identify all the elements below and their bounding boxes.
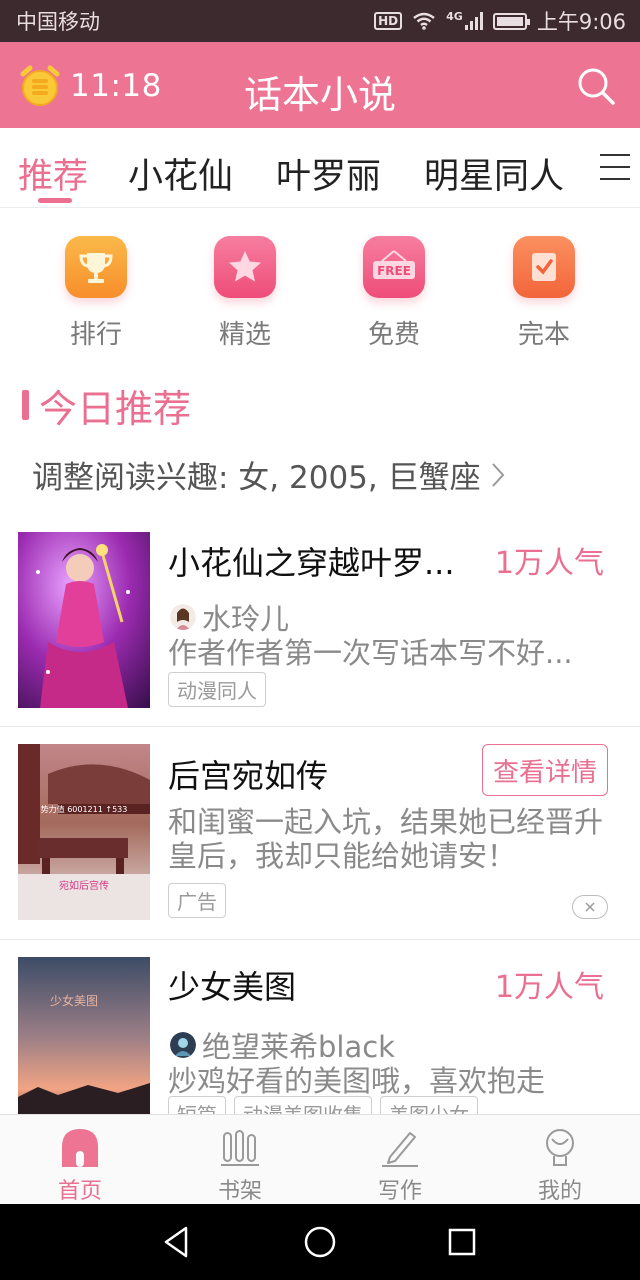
author-row[interactable]: 绝望莱希black bbox=[170, 1024, 395, 1066]
profile-icon bbox=[546, 1129, 574, 1166]
bottom-nav: 首页 书架 写作 我的 bbox=[0, 1114, 640, 1204]
ad-cover-stats: 势力值 6001211 ↑533 bbox=[41, 804, 128, 814]
nav-label: 首页 bbox=[57, 1179, 102, 1204]
network-type: 4G bbox=[446, 9, 463, 23]
section-title: 今日推荐 bbox=[39, 386, 192, 431]
quick-links: 排行 精选 FREE 免费 完本 bbox=[0, 236, 640, 356]
popularity-count: 1万人气 bbox=[494, 970, 604, 1005]
alarm-clock-icon bbox=[20, 65, 60, 106]
author-name: 绝望莱希black bbox=[202, 1030, 395, 1064]
tag-list: 广告 bbox=[168, 883, 226, 918]
quick-link-free[interactable]: FREE 免费 bbox=[324, 236, 464, 351]
clock-time: 11:18 bbox=[70, 68, 162, 104]
nav-profile[interactable]: 我的 bbox=[480, 1123, 640, 1205]
quick-link-label: 免费 bbox=[367, 320, 420, 350]
view-details-button[interactable]: 查看详情 bbox=[482, 744, 608, 796]
ad-title: 后宫宛如传 bbox=[168, 757, 329, 795]
menu-icon[interactable] bbox=[600, 154, 630, 180]
chevron-right-icon bbox=[491, 462, 504, 487]
close-ad-button[interactable] bbox=[572, 895, 608, 919]
ad-card[interactable]: 势力值 6001211 ↑533 宛如后宫传 后宫宛如传 查看详情 和闺蜜一起入… bbox=[0, 727, 640, 939]
battery-icon bbox=[492, 12, 530, 30]
hd-badge: HD bbox=[374, 12, 403, 30]
nav-label: 写作 bbox=[377, 1179, 422, 1204]
popularity-count: 1万人气 bbox=[494, 546, 604, 581]
book-cover[interactable] bbox=[18, 532, 150, 708]
tag-list: 动漫同人 bbox=[168, 672, 266, 707]
book-title: 小花仙之穿越叶罗... bbox=[168, 544, 455, 582]
book-card[interactable]: 少女美图 少女美图 1万人气 绝望莱希black 炒鸡好看的美图哦，喜欢抱走 短… bbox=[0, 940, 640, 1114]
search-icon[interactable] bbox=[576, 66, 616, 106]
app-header: 11:18 话本小说 bbox=[0, 42, 640, 128]
home-circle-icon[interactable] bbox=[302, 1224, 338, 1260]
ad-description: 和闺蜜一起入坑，结果她已经晋升皇后，我却只能给她请安！ bbox=[168, 805, 604, 873]
book-tag[interactable]: 短篇 bbox=[168, 1096, 226, 1114]
book-tag[interactable]: 动漫美图收集 bbox=[234, 1096, 372, 1114]
recents-icon[interactable] bbox=[444, 1224, 480, 1260]
ad-cover[interactable]: 势力值 6001211 ↑533 宛如后宫传 bbox=[18, 744, 150, 920]
nav-label: 我的 bbox=[537, 1179, 582, 1204]
bookshelf-icon bbox=[221, 1130, 259, 1166]
status-icons: HD 4G 上午9:06 bbox=[374, 6, 626, 36]
tab-yeluoli[interactable]: 叶罗丽 bbox=[276, 148, 381, 199]
book-cover[interactable]: 少女美图 bbox=[18, 957, 150, 1114]
system-nav-bar bbox=[0, 1204, 640, 1280]
signal-icon bbox=[464, 12, 483, 30]
app-clock[interactable]: 11:18 bbox=[18, 64, 162, 108]
ad-tag: 广告 bbox=[168, 883, 226, 918]
wifi-icon bbox=[413, 12, 435, 30]
quick-link-label: 完本 bbox=[517, 320, 570, 350]
home-icon bbox=[62, 1129, 98, 1167]
nav-bookshelf[interactable]: 书架 bbox=[160, 1123, 320, 1205]
nav-write[interactable]: 写作 bbox=[320, 1123, 480, 1205]
check-book-icon bbox=[513, 236, 575, 298]
category-tabs: 推荐 小花仙 叶罗丽 明星同人 bbox=[0, 128, 640, 208]
section-header: 今日推荐 bbox=[22, 382, 191, 431]
book-description: 作者作者第一次写话本写不好... bbox=[168, 636, 573, 670]
quick-link-label: 排行 bbox=[69, 320, 122, 350]
book-tag[interactable]: 美图少女 bbox=[380, 1096, 478, 1114]
quick-link-label: 精选 bbox=[218, 320, 271, 350]
author-name: 水玲儿 bbox=[202, 602, 290, 636]
book-description: 炒鸡好看的美图哦，喜欢抱走 bbox=[168, 1064, 546, 1098]
trophy-icon bbox=[65, 236, 127, 298]
book-card[interactable]: 小花仙之穿越叶罗... 1万人气 水玲儿 作者作者第一次写话本写不好... 动漫… bbox=[0, 520, 640, 726]
pencil-icon bbox=[382, 1132, 418, 1167]
status-bar: 中国移动 HD 4G 上午9:06 bbox=[0, 0, 640, 42]
author-avatar bbox=[170, 604, 196, 630]
nav-label: 书架 bbox=[217, 1179, 262, 1204]
tab-star-fanfic[interactable]: 明星同人 bbox=[424, 148, 564, 199]
back-icon[interactable] bbox=[160, 1224, 196, 1260]
tag-list: 短篇 动漫美图收集 美图少女 bbox=[168, 1096, 478, 1114]
book-tag[interactable]: 动漫同人 bbox=[168, 672, 266, 707]
close-icon bbox=[585, 902, 595, 912]
section-accent-bar bbox=[22, 390, 29, 420]
interest-text: 调整阅读兴趣: 女, 2005, 巨蟹座 bbox=[32, 460, 481, 496]
free-sign-icon: FREE bbox=[363, 236, 425, 298]
quick-link-ranking[interactable]: 排行 bbox=[26, 236, 166, 351]
tab-recommend[interactable]: 推荐 bbox=[18, 148, 88, 199]
book-cover-title: 少女美图 bbox=[50, 993, 98, 1008]
star-icon bbox=[214, 236, 276, 298]
ad-cover-banner: 宛如后宫传 bbox=[59, 879, 109, 892]
author-row[interactable]: 水玲儿 bbox=[170, 596, 289, 638]
adjust-interest-link[interactable]: 调整阅读兴趣: 女, 2005, 巨蟹座 bbox=[32, 452, 505, 497]
carrier-label: 中国移动 bbox=[16, 10, 100, 34]
status-time: 上午9:06 bbox=[536, 10, 626, 34]
author-avatar bbox=[170, 1032, 196, 1058]
quick-link-featured[interactable]: 精选 bbox=[175, 236, 315, 351]
quick-link-completed[interactable]: 完本 bbox=[474, 236, 614, 351]
nav-home[interactable]: 首页 bbox=[0, 1123, 160, 1205]
book-title: 少女美图 bbox=[168, 968, 297, 1006]
free-badge-text: FREE bbox=[377, 264, 411, 278]
tab-xiaohuaxian[interactable]: 小花仙 bbox=[128, 148, 233, 199]
active-tab-indicator bbox=[38, 198, 72, 203]
